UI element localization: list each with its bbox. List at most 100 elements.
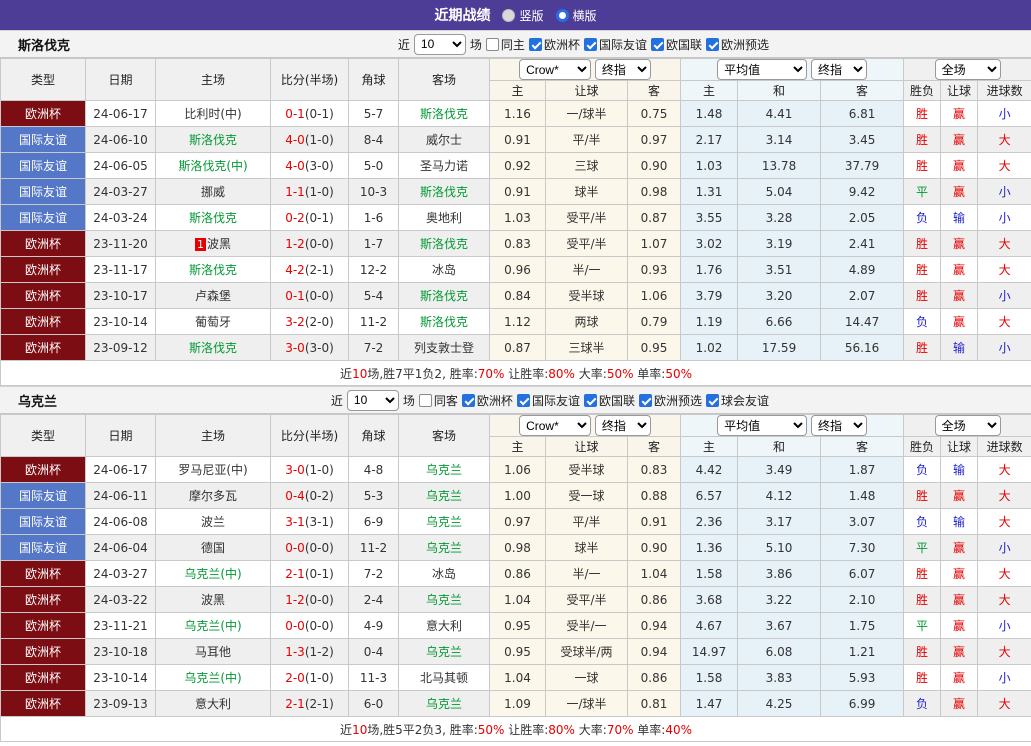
league-filter-4[interactable]: 球会友谊: [705, 392, 769, 409]
odds-provider-select[interactable]: Crow*: [519, 415, 592, 436]
page-header: 近期战绩 竖版 横版: [0, 0, 1031, 30]
home-team-name: 乌克兰(中): [184, 567, 242, 581]
corner-cell: 11-2: [348, 534, 399, 561]
match-count-select[interactable]: 10: [346, 389, 399, 411]
avg-draw-cell: 3.49: [737, 456, 822, 483]
match-row: 欧洲杯 23-10-14 乌克兰(中) 2-0(1-0) 11-3 北马其顿 1.04 一球 0…: [0, 664, 1031, 691]
summary-segment: 10: [352, 722, 368, 737]
avg-home-cell: 1.48: [680, 100, 739, 127]
summary-segment: 40%: [665, 722, 693, 737]
subcolumn-header-sub_away: 客: [626, 80, 682, 101]
match-row: 国际友谊 24-03-27 挪威 1-1(1-0) 10-3 斯洛伐克 0.91 球半 0.98…: [0, 178, 1031, 205]
league-filter-3[interactable]: 欧洲预选: [638, 392, 702, 409]
away-team-name: 乌克兰: [425, 593, 462, 607]
home-team-name: 斯洛伐克: [188, 341, 237, 355]
corner-cell: 7-2: [348, 560, 399, 587]
subcolumn-header-sub_handicap: 让球: [545, 436, 628, 457]
radio-selected-icon[interactable]: [502, 8, 516, 22]
halftime-score: (0-0): [304, 540, 334, 555]
league-filter-label: 欧国联: [665, 37, 702, 52]
same-side-toggle[interactable]: 同客: [418, 392, 458, 409]
radio-unselected-icon[interactable]: [555, 8, 569, 22]
match-date-cell: 24-06-04: [85, 534, 156, 561]
same-side-toggle[interactable]: 同主: [485, 36, 525, 53]
fulltime-score: 2-0: [285, 670, 305, 685]
match-count-select[interactable]: 10: [413, 33, 466, 55]
away-team-name: 斯洛伐克: [419, 185, 468, 199]
near-label: 近: [397, 37, 410, 52]
home-team-cell: 德国: [155, 534, 271, 561]
league-filter-2[interactable]: 欧国联: [583, 392, 635, 409]
halftime-score: (0-0): [304, 618, 334, 633]
checkbox-checked-icon[interactable]: [516, 393, 530, 407]
avg-home-cell: 2.36: [680, 508, 739, 535]
average-provider-select[interactable]: 平均值: [717, 415, 808, 436]
competition-type-cell: 欧洲杯: [0, 638, 86, 665]
competition-type-cell: 欧洲杯: [0, 282, 86, 309]
checkbox-unchecked-icon[interactable]: [418, 393, 432, 407]
checkbox-checked-icon[interactable]: [650, 37, 664, 51]
away-team-cell: 乌克兰: [398, 508, 490, 535]
avg-away-cell: 56.16: [820, 334, 905, 361]
league-filter-1[interactable]: 国际友谊: [516, 392, 580, 409]
average-stage-select[interactable]: 终指: [810, 59, 867, 80]
team-section: 斯洛伐克近 10 场同主 欧洲杯 国际友谊 欧国联 欧洲预选 类型 日期 主场 比分(半场) 角球 客场…: [0, 30, 1031, 386]
checkbox-checked-icon[interactable]: [705, 393, 719, 407]
score-cell: 2-1(2-1): [270, 690, 349, 717]
subcolumn-header-sub_away: 客: [626, 436, 682, 457]
avg-draw-cell: 4.25: [737, 690, 822, 717]
type-header: 类型: [0, 414, 86, 457]
league-filter-0[interactable]: 欧洲杯: [461, 392, 513, 409]
match-scope-select[interactable]: 全场: [934, 59, 1001, 80]
odds-stage-select[interactable]: 终指: [594, 59, 651, 80]
result-goals-cell: 小: [977, 664, 1031, 691]
competition-type-cell: 欧洲杯: [0, 334, 86, 361]
average-provider-select[interactable]: 平均值: [717, 59, 808, 80]
odds-stage-select[interactable]: 终指: [594, 415, 651, 436]
match-date-cell: 24-06-11: [85, 482, 156, 509]
away-team-name: 斯洛伐克: [419, 237, 468, 251]
average-stage-select[interactable]: 终指: [810, 415, 867, 436]
league-filter-1[interactable]: 国际友谊: [583, 36, 647, 53]
checkbox-checked-icon[interactable]: [705, 37, 719, 51]
checkbox-checked-icon[interactable]: [583, 393, 597, 407]
fulltime-score: 3-0: [285, 340, 305, 355]
match-date-cell: 24-06-17: [85, 456, 156, 483]
odds-handicap-cell: 平/半: [545, 126, 628, 153]
checkbox-checked-icon[interactable]: [528, 37, 542, 51]
home-team-name: 波兰: [200, 515, 225, 529]
avg-home-cell: 14.97: [680, 638, 739, 665]
score-cell: 1-2(0-0): [270, 230, 349, 257]
result-handicap-cell: 赢: [940, 256, 979, 283]
subcolumn-header-sub_handicap_result: 让球: [940, 436, 979, 457]
league-filter-0[interactable]: 欧洲杯: [528, 36, 580, 53]
league-filter-2[interactable]: 欧国联: [650, 36, 702, 53]
match-date-cell: 24-06-05: [85, 152, 156, 179]
avg-home-cell: 4.67: [680, 612, 739, 639]
odds-provider-select[interactable]: Crow*: [519, 59, 592, 80]
checkbox-checked-icon[interactable]: [638, 393, 652, 407]
odds-handicap-cell: 一球: [545, 664, 628, 691]
avg-draw-cell: 3.67: [737, 612, 822, 639]
league-filter-3[interactable]: 欧洲预选: [705, 36, 769, 53]
away-team-name: 北马其顿: [419, 671, 468, 685]
odds-away-cell: 1.06: [626, 282, 682, 309]
horizontal-layout-radio[interactable]: 横版: [555, 7, 597, 24]
vertical-layout-radio[interactable]: 竖版: [502, 7, 544, 24]
result-wdl-cell: 负: [903, 204, 942, 231]
avg-draw-cell: 3.20: [737, 282, 822, 309]
avg-away-cell: 2.41: [820, 230, 905, 257]
odds-home-cell: 1.04: [489, 586, 546, 613]
checkbox-checked-icon[interactable]: [461, 393, 475, 407]
checkbox-checked-icon[interactable]: [583, 37, 597, 51]
competition-type-cell: 国际友谊: [0, 204, 86, 231]
avg-draw-cell: 4.12: [737, 482, 822, 509]
odds-home-cell: 0.84: [489, 282, 546, 309]
type-header: 类型: [0, 58, 86, 101]
halftime-score: (0-0): [304, 236, 334, 251]
home-team-cell: 波黑: [155, 586, 271, 613]
checkbox-unchecked-icon[interactable]: [485, 37, 499, 51]
avg-away-cell: 9.42: [820, 178, 905, 205]
match-scope-select[interactable]: 全场: [934, 415, 1001, 436]
avg-away-cell: 37.79: [820, 152, 905, 179]
